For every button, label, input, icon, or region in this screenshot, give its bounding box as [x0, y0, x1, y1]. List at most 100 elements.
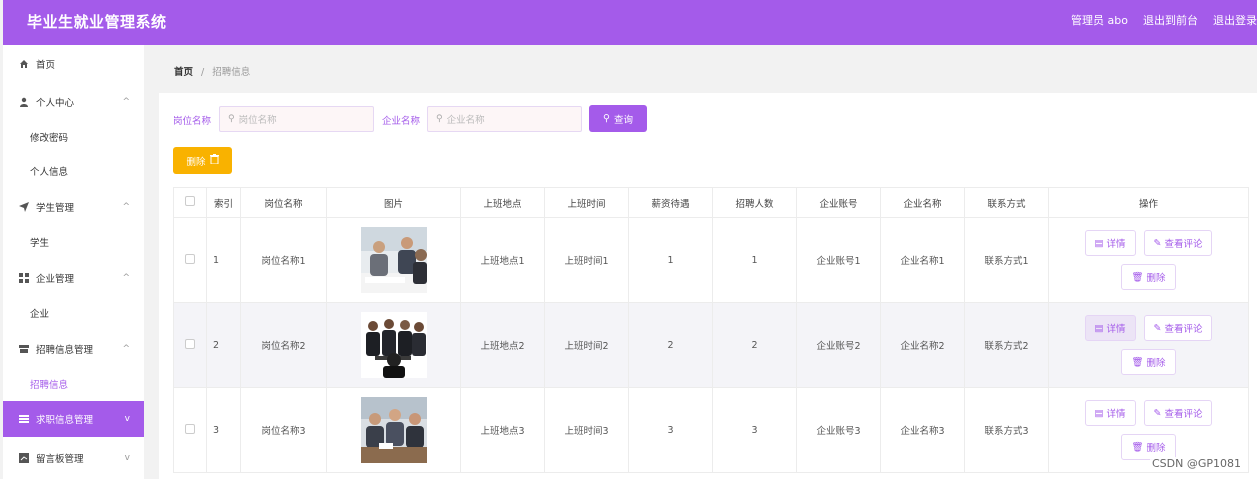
row-delete-button[interactable]: 🗑 删除 [1121, 264, 1176, 290]
view-comments-button[interactable]: ✎ 查看评论 [1143, 230, 1213, 256]
job-name-label: 岗位名称 [173, 116, 212, 127]
row-index: 1 [206, 217, 241, 303]
sidebar-item-label: 修改密码 [30, 133, 69, 144]
main-content: 首页 / 招聘信息 岗位名称 ⚲ 岗位名称 企业名称 ⚲ 企业名称 ⚲ 查询 删… [144, 45, 1257, 479]
sidebar-item-company-management[interactable]: 企业管理 ^ [3, 260, 144, 296]
company-name-placeholder: 企业名称 [446, 115, 485, 126]
row-checkbox[interactable] [173, 302, 207, 388]
search-icon: ⚲ [436, 114, 443, 124]
top-links: 管理员 abo 退出到前台 退出登录 [1071, 12, 1257, 28]
detail-button[interactable]: ▤ 详情 [1084, 230, 1136, 256]
sidebar-item-label: 个人信息 [30, 167, 69, 178]
menu-icon [19, 414, 29, 424]
view-comments-button[interactable]: ✎ 查看评论 [1143, 315, 1213, 341]
sidebar-item-label: 学生 [30, 238, 50, 249]
chevron-up-icon: ^ [122, 97, 130, 107]
salary-cell: 3 [628, 387, 713, 473]
work-time-cell: 上班时间2 [544, 302, 629, 388]
watermark: CSDN @GP1081 [1149, 457, 1243, 470]
back-to-frontend-link[interactable]: 退出到前台 [1143, 12, 1198, 28]
view-comments-label: 查看评论 [1164, 324, 1203, 335]
row-delete-button[interactable]: 🗑 删除 [1121, 349, 1176, 375]
select-all-checkbox[interactable] [173, 187, 207, 218]
trash-icon: 🗑 [1131, 441, 1144, 453]
recruitment-table: 索引 岗位名称 图片 上班地点 上班时间 薪资待遇 招聘人数 企业账号 企业名称… [173, 187, 1249, 473]
actions-cell: ▤ 详情 ✎ 查看评论 🗑 删除 [1048, 217, 1249, 303]
grid-icon [19, 273, 29, 283]
edit-icon: ✎ [1153, 237, 1162, 249]
batch-delete-button[interactable]: 删除 [173, 147, 232, 174]
list-panel: 岗位名称 ⚲ 岗位名称 企业名称 ⚲ 企业名称 ⚲ 查询 删除 索引 岗位名称 … [159, 93, 1257, 479]
chevron-up-icon: ^ [122, 273, 130, 283]
row-checkbox[interactable] [173, 387, 207, 473]
view-comments-button[interactable]: ✎ 查看评论 [1143, 400, 1213, 426]
table-header-row: 索引 岗位名称 图片 上班地点 上班时间 薪资待遇 招聘人数 企业账号 企业名称… [173, 187, 1249, 218]
business-team-photo [360, 312, 427, 378]
detail-label: 详情 [1106, 239, 1126, 250]
logout-link[interactable]: 退出登录 [1213, 12, 1257, 28]
sidebar-item-personal-info[interactable]: 个人信息 [3, 153, 144, 189]
batch-delete-label: 删除 [186, 156, 206, 168]
contact-cell: 联系方式2 [964, 302, 1049, 388]
company-name-cell: 企业名称3 [880, 387, 965, 473]
job-name-search-input[interactable]: ⚲ 岗位名称 [219, 106, 374, 132]
sidebar-item-label: 企业 [30, 309, 50, 320]
query-button[interactable]: ⚲ 查询 [589, 105, 647, 132]
trash-icon: 🗑 [1131, 271, 1144, 283]
board-icon [19, 453, 29, 463]
column-header: 上班时间 [544, 187, 629, 218]
row-delete-label: 删除 [1146, 358, 1166, 369]
work-time-cell: 上班时间3 [544, 387, 629, 473]
sidebar-item-message-board-management[interactable]: 留言板管理 v [3, 440, 144, 476]
column-header: 联系方式 [964, 187, 1049, 218]
column-header: 企业名称 [880, 187, 965, 218]
work-time-cell: 上班时间1 [544, 217, 629, 303]
table-row: 2 岗位名称2 上班地点2 上班时间2 2 2 企业账号2 企业名称2 联系方式… [173, 302, 1249, 388]
detail-button[interactable]: ▤ 详情 [1084, 315, 1136, 341]
contact-cell: 联系方式3 [964, 387, 1049, 473]
search-icon: ⚲ [228, 114, 235, 124]
column-header: 操作 [1048, 187, 1249, 218]
chevron-down-icon: v [124, 414, 130, 424]
sidebar-item-job-seeking-management[interactable]: 求职信息管理 v [3, 401, 144, 437]
sidebar-item-label: 求职信息管理 [36, 415, 94, 426]
company-account-cell: 企业账号1 [796, 217, 881, 303]
row-delete-label: 删除 [1146, 273, 1166, 284]
row-checkbox[interactable] [173, 217, 207, 303]
sidebar-item-recruitment-management[interactable]: 招聘信息管理 ^ [3, 331, 144, 367]
job-name-placeholder: 岗位名称 [238, 115, 277, 126]
company-account-cell: 企业账号2 [796, 302, 881, 388]
job-image [326, 302, 461, 388]
sidebar-item-student-management[interactable]: 学生管理 ^ [3, 189, 144, 225]
breadcrumb: 首页 / 招聘信息 [174, 64, 250, 78]
send-icon [19, 202, 29, 212]
company-name-search-input[interactable]: ⚲ 企业名称 [427, 106, 582, 132]
app-root: 毕业生就业管理系统 管理员 abo 退出到前台 退出登录 首页 个人中心 ^ 修… [0, 0, 1257, 479]
sidebar-item-label: 学生管理 [36, 203, 75, 214]
view-comments-label: 查看评论 [1164, 409, 1203, 420]
sidebar-item-personal-center[interactable]: 个人中心 ^ [3, 84, 144, 120]
sidebar-item-label: 留言板管理 [36, 454, 84, 465]
admin-user-link[interactable]: 管理员 abo [1071, 12, 1128, 28]
detail-button[interactable]: ▤ 详情 [1084, 400, 1136, 426]
sidebar-item-students[interactable]: 学生 [3, 224, 144, 260]
sidebar-item-change-password[interactable]: 修改密码 [3, 119, 144, 155]
home-icon [19, 59, 29, 69]
breadcrumb-separator: / [201, 67, 205, 78]
column-header: 索引 [206, 187, 241, 218]
sidebar-item-label: 企业管理 [36, 274, 75, 285]
job-name-cell: 岗位名称2 [240, 302, 327, 388]
folder-icon [19, 344, 29, 354]
sidebar-item-home[interactable]: 首页 [3, 46, 144, 82]
column-header: 薪资待遇 [628, 187, 713, 218]
column-header: 招聘人数 [712, 187, 797, 218]
detail-label: 详情 [1106, 324, 1126, 335]
document-icon: ▤ [1094, 237, 1104, 249]
office-meeting-photo [360, 397, 427, 463]
sidebar-item-recruitment-info[interactable]: 招聘信息 [3, 366, 144, 402]
document-icon: ▤ [1094, 322, 1104, 334]
sidebar-item-label: 个人中心 [36, 98, 75, 109]
breadcrumb-home[interactable]: 首页 [174, 67, 193, 78]
sidebar-item-companies[interactable]: 企业 [3, 295, 144, 331]
actions-cell: ▤ 详情 ✎ 查看评论 🗑 删除 [1048, 302, 1249, 388]
